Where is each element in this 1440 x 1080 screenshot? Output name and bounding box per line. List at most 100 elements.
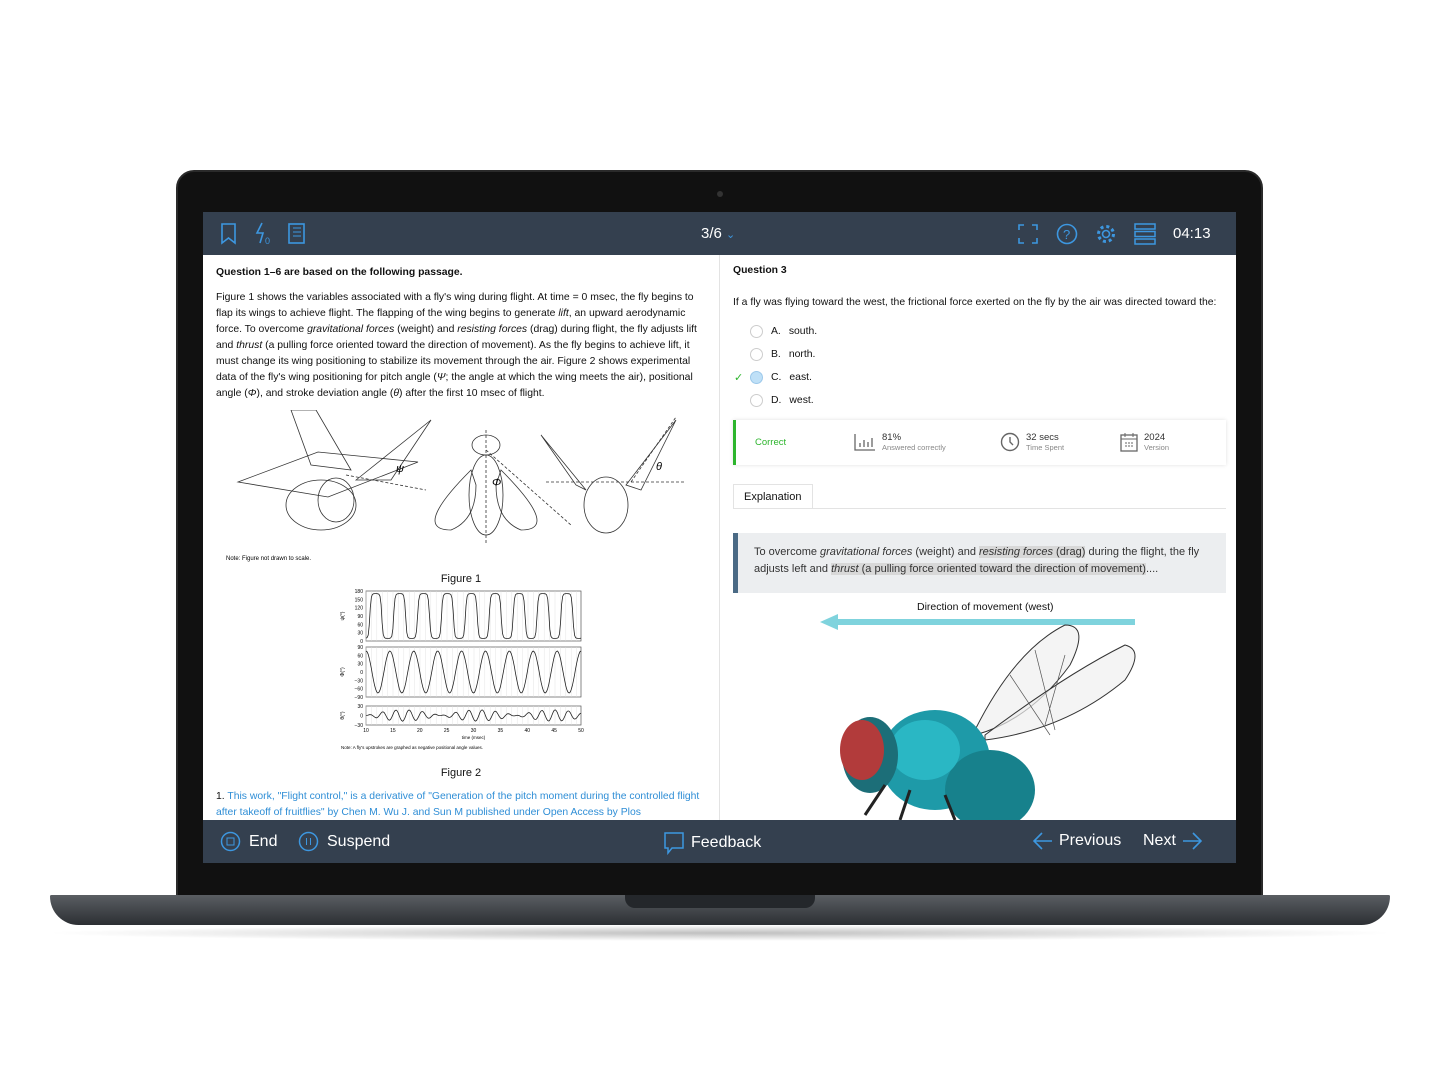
speech-bubble-icon — [664, 832, 684, 855]
end-button[interactable]: End — [220, 831, 277, 852]
result-status: Correct — [755, 437, 787, 448]
footnote-link[interactable]: This work, "Flight control," is a deriva… — [216, 791, 699, 818]
explanation-text: To overcome gravitational forces (weight… — [733, 533, 1226, 593]
x-tick-label: 30 — [471, 728, 477, 734]
previous-label: Previous — [1059, 832, 1122, 849]
text-run: (a pulling force oriented toward the dir… — [858, 563, 1146, 575]
y-tick-label: −30 — [355, 723, 364, 729]
text-run: gravitational forces — [820, 546, 913, 558]
y-tick-label: 30 — [357, 662, 363, 668]
end-label: End — [249, 832, 278, 850]
footnote: 1. This work, "Flight control," is a der… — [216, 789, 706, 820]
y-tick-label: 60 — [357, 622, 363, 628]
pause-circle-icon — [298, 831, 319, 852]
arrow-left-icon — [1033, 832, 1052, 850]
radio-button[interactable] — [750, 394, 763, 407]
theta-label: θ — [656, 461, 662, 473]
next-label: Next — [1143, 832, 1176, 849]
choice-text: west. — [789, 395, 814, 406]
choice-letter: D. — [771, 395, 782, 406]
next-button[interactable]: Next — [1143, 831, 1202, 851]
text-run: ) after the first 10 msec of flight. — [399, 388, 545, 399]
time-value: 32 secs — [1026, 432, 1059, 443]
choice-text: south. — [788, 326, 818, 337]
layout-icon[interactable] — [1134, 223, 1156, 245]
y-tick-label: 90 — [357, 645, 363, 651]
question-progress-dropdown[interactable]: 3/6 ⌄ — [701, 225, 735, 242]
exam-screen: 0 3/6 ⌄ ? 04:13 Question 1–6 are based o… — [203, 212, 1236, 863]
result-stats: Correct 81% Answered correctly 32 secs Tim… — [733, 420, 1226, 465]
tab-explanation[interactable]: Explanation — [733, 484, 813, 509]
percent-value: 81% — [882, 432, 902, 443]
text-run: gravitational forces — [307, 324, 395, 335]
webcam — [717, 191, 723, 197]
calendar-icon — [1120, 433, 1138, 452]
answer-choice-c[interactable]: ✓ C. east. — [734, 371, 812, 384]
time-label: Time Spent — [1026, 443, 1065, 452]
percent-label: Answered correctly — [882, 443, 946, 452]
top-toolbar: 0 3/6 ⌄ ? 04:13 — [203, 212, 1236, 255]
text-run: (weight) and — [394, 324, 458, 335]
question-title: Question 3 — [733, 265, 787, 276]
suspend-button[interactable]: Suspend — [298, 831, 390, 852]
y-tick-label: 30 — [357, 631, 363, 637]
text-run: .... — [1145, 563, 1159, 575]
figure-2-chart: 180 150 120 90 60 30 0 ψ(°) 90 60 30 0 −30 −60 −90 Φ(°)… — [340, 589, 584, 750]
feedback-button[interactable]: Feedback — [663, 831, 761, 855]
bookmark-icon[interactable] — [220, 223, 238, 245]
y-tick-label: −30 — [355, 678, 364, 684]
y-axis-label: ψ(°) — [340, 611, 346, 620]
settings-icon[interactable] — [1095, 223, 1117, 245]
arrow-west-icon — [820, 614, 1135, 630]
figure-2-caption: Figure 2 — [440, 767, 482, 779]
text-run: ), and stroke deviation angle ( — [256, 388, 394, 399]
clock-icon — [1000, 432, 1020, 452]
progress-text: 3/6 — [701, 225, 722, 242]
y-tick-label: 0 — [360, 714, 363, 720]
svg-text:0: 0 — [265, 236, 270, 246]
text-run: Ψ — [436, 372, 446, 383]
timer: 04:13 — [1173, 225, 1211, 242]
passage-heading: Question 1–6 are based on the following … — [216, 267, 463, 278]
text-run: resisting forces — [979, 546, 1053, 558]
stop-circle-icon — [220, 831, 241, 852]
y-tick-label: 120 — [355, 606, 364, 612]
y-axis-label: Φ(°) — [340, 667, 346, 677]
previous-button[interactable]: Previous — [1033, 831, 1121, 851]
y-tick-label: 180 — [355, 589, 364, 595]
choice-text: north. — [788, 349, 816, 360]
x-axis-label: time (msec) — [462, 735, 486, 740]
percent-icon[interactable]: 0 — [255, 222, 273, 246]
figure-2-note: Note: A fly's upstrokes are graphed as n… — [341, 745, 483, 750]
radio-button[interactable] — [750, 348, 763, 361]
checkmark-icon: ✓ — [734, 372, 744, 384]
passage-pane[interactable]: Question 1–6 are based on the following … — [203, 255, 720, 820]
question-pane: Question 3 If a fly was flying toward th… — [720, 255, 1236, 820]
radio-button[interactable] — [750, 325, 763, 338]
y-tick-label: 0 — [360, 670, 363, 676]
passage-paragraph: Figure 1 shows the variables associated … — [216, 290, 706, 402]
y-tick-label: 90 — [357, 614, 363, 620]
radio-button[interactable] — [750, 371, 763, 384]
phi-label: Φ — [492, 477, 501, 489]
answer-choice-d[interactable]: D. west. — [750, 394, 814, 407]
notebook-icon[interactable] — [287, 223, 307, 245]
answer-choice-a[interactable]: A. south. — [750, 325, 817, 338]
figure-1-illustration: ψ Φ θ Note: Figure not drawn to scale. — [226, 409, 686, 562]
text-run: resisting forces — [457, 324, 528, 335]
text-run: thrust — [236, 340, 263, 351]
x-tick-label: 35 — [498, 728, 504, 734]
x-tick-label: 20 — [417, 728, 423, 734]
help-icon[interactable]: ? — [1056, 223, 1078, 245]
chevron-down-icon: ⌄ — [726, 229, 736, 241]
answer-choice-b[interactable]: B. north. — [750, 348, 815, 361]
choice-text: east. — [789, 372, 812, 383]
version-value: 2024 — [1144, 432, 1166, 443]
text-run: (weight) and — [912, 546, 980, 558]
figure-1-note: Note: Figure not drawn to scale. — [226, 556, 311, 562]
svg-text:?: ? — [1063, 227, 1070, 242]
fullscreen-icon[interactable] — [1018, 224, 1038, 244]
choice-letter: C. — [771, 372, 782, 383]
choice-letter: A. — [771, 326, 781, 337]
bar-chart-icon — [854, 434, 875, 451]
